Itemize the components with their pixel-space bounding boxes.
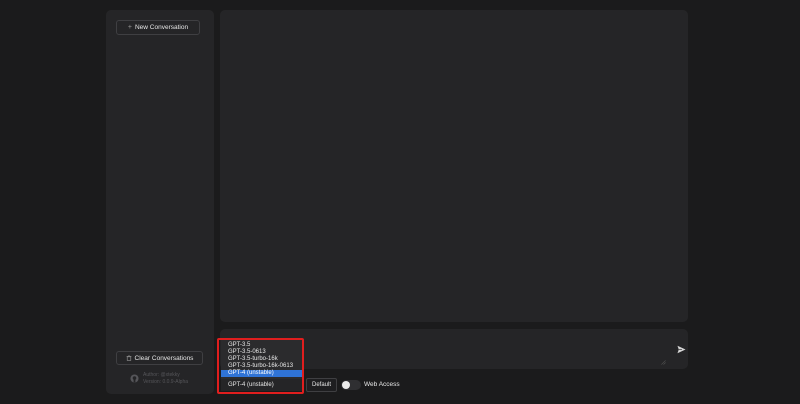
highlight-annotation [217, 338, 304, 394]
sidebar: + New Conversation Clear Conversations A… [106, 10, 214, 394]
web-access-toggle[interactable] [341, 380, 361, 390]
send-icon[interactable] [677, 345, 686, 354]
mode-select[interactable]: Default [306, 378, 337, 392]
new-conversation-button[interactable]: + New Conversation [116, 20, 200, 35]
mode-label: Default [311, 382, 331, 388]
web-access-label: Web Access [364, 381, 400, 388]
clear-conversations-label: Clear Conversations [134, 354, 194, 362]
github-icon[interactable] [130, 374, 139, 383]
resize-grip-icon[interactable] [661, 360, 666, 365]
trash-icon [126, 355, 131, 361]
app-root: + New Conversation Clear Conversations A… [0, 0, 800, 404]
version-line: Version: 0.0.9-Alpha [143, 378, 189, 385]
plus-icon: + [127, 24, 132, 31]
clear-conversations-button[interactable]: Clear Conversations [116, 351, 203, 365]
toggle-knob [342, 381, 350, 389]
new-conversation-label: New Conversation [134, 24, 189, 31]
chat-messages-area [220, 10, 688, 322]
author-info: Author: @xtekky Version: 0.0.9-Alpha [130, 372, 188, 385]
